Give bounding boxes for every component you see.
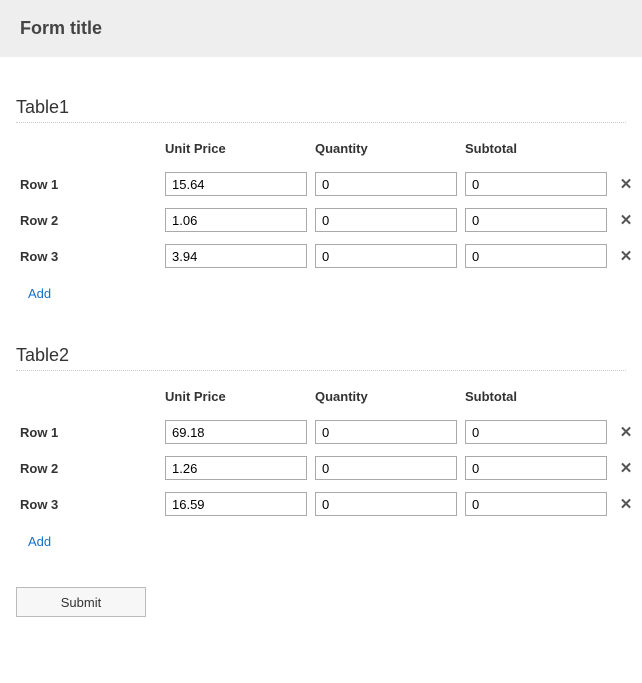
col-header-subtotal: Subtotal — [461, 383, 611, 414]
subtotal-input[interactable] — [465, 172, 607, 196]
quantity-input[interactable] — [315, 208, 457, 232]
col-header-quantity: Quantity — [311, 383, 461, 414]
submit-button[interactable]: Submit — [16, 587, 146, 617]
delete-row-icon[interactable]: ✕ — [620, 460, 633, 477]
row-label: Row 1 — [16, 166, 161, 202]
table-row: Row 2 ✕ — [16, 202, 641, 238]
delete-row-icon[interactable]: ✕ — [620, 212, 633, 229]
subtotal-input[interactable] — [465, 492, 607, 516]
form-header: Form title — [0, 0, 642, 57]
table-row: Row 2 ✕ — [16, 450, 641, 486]
row-label: Row 1 — [16, 414, 161, 450]
table-section-1: Table1 Unit Price Quantity Subtotal Row … — [16, 97, 626, 305]
col-header-unit-price: Unit Price — [161, 135, 311, 166]
quantity-input[interactable] — [315, 244, 457, 268]
delete-row-icon[interactable]: ✕ — [620, 176, 633, 193]
col-header-unit-price: Unit Price — [161, 383, 311, 414]
quantity-input[interactable] — [315, 420, 457, 444]
col-header-subtotal: Subtotal — [461, 135, 611, 166]
add-row-link[interactable]: Add — [16, 274, 55, 305]
delete-row-icon[interactable]: ✕ — [620, 424, 633, 441]
subtotal-input[interactable] — [465, 208, 607, 232]
delete-row-icon[interactable]: ✕ — [620, 496, 633, 513]
table-row: Row 1 ✕ — [16, 166, 641, 202]
unit-price-input[interactable] — [165, 492, 307, 516]
subtotal-input[interactable] — [465, 244, 607, 268]
unit-price-input[interactable] — [165, 172, 307, 196]
table-section-2: Table2 Unit Price Quantity Subtotal Row … — [16, 345, 626, 553]
subtotal-input[interactable] — [465, 420, 607, 444]
table-2: Unit Price Quantity Subtotal Row 1 ✕ Row… — [16, 383, 641, 522]
unit-price-input[interactable] — [165, 244, 307, 268]
form-title: Form title — [20, 18, 102, 38]
table-title: Table1 — [16, 97, 626, 123]
unit-price-input[interactable] — [165, 456, 307, 480]
quantity-input[interactable] — [315, 456, 457, 480]
table-row: Row 3 ✕ — [16, 238, 641, 274]
row-label: Row 3 — [16, 238, 161, 274]
submit-area: Submit — [16, 587, 626, 617]
unit-price-input[interactable] — [165, 208, 307, 232]
subtotal-input[interactable] — [465, 456, 607, 480]
row-label: Row 3 — [16, 486, 161, 522]
row-label: Row 2 — [16, 202, 161, 238]
unit-price-input[interactable] — [165, 420, 307, 444]
row-label: Row 2 — [16, 450, 161, 486]
quantity-input[interactable] — [315, 172, 457, 196]
delete-row-icon[interactable]: ✕ — [620, 248, 633, 265]
quantity-input[interactable] — [315, 492, 457, 516]
add-row-link[interactable]: Add — [16, 522, 55, 553]
table-title: Table2 — [16, 345, 626, 371]
table-1: Unit Price Quantity Subtotal Row 1 ✕ Row… — [16, 135, 641, 274]
col-header-quantity: Quantity — [311, 135, 461, 166]
table-row: Row 1 ✕ — [16, 414, 641, 450]
table-row: Row 3 ✕ — [16, 486, 641, 522]
form-content: Table1 Unit Price Quantity Subtotal Row … — [0, 97, 642, 637]
